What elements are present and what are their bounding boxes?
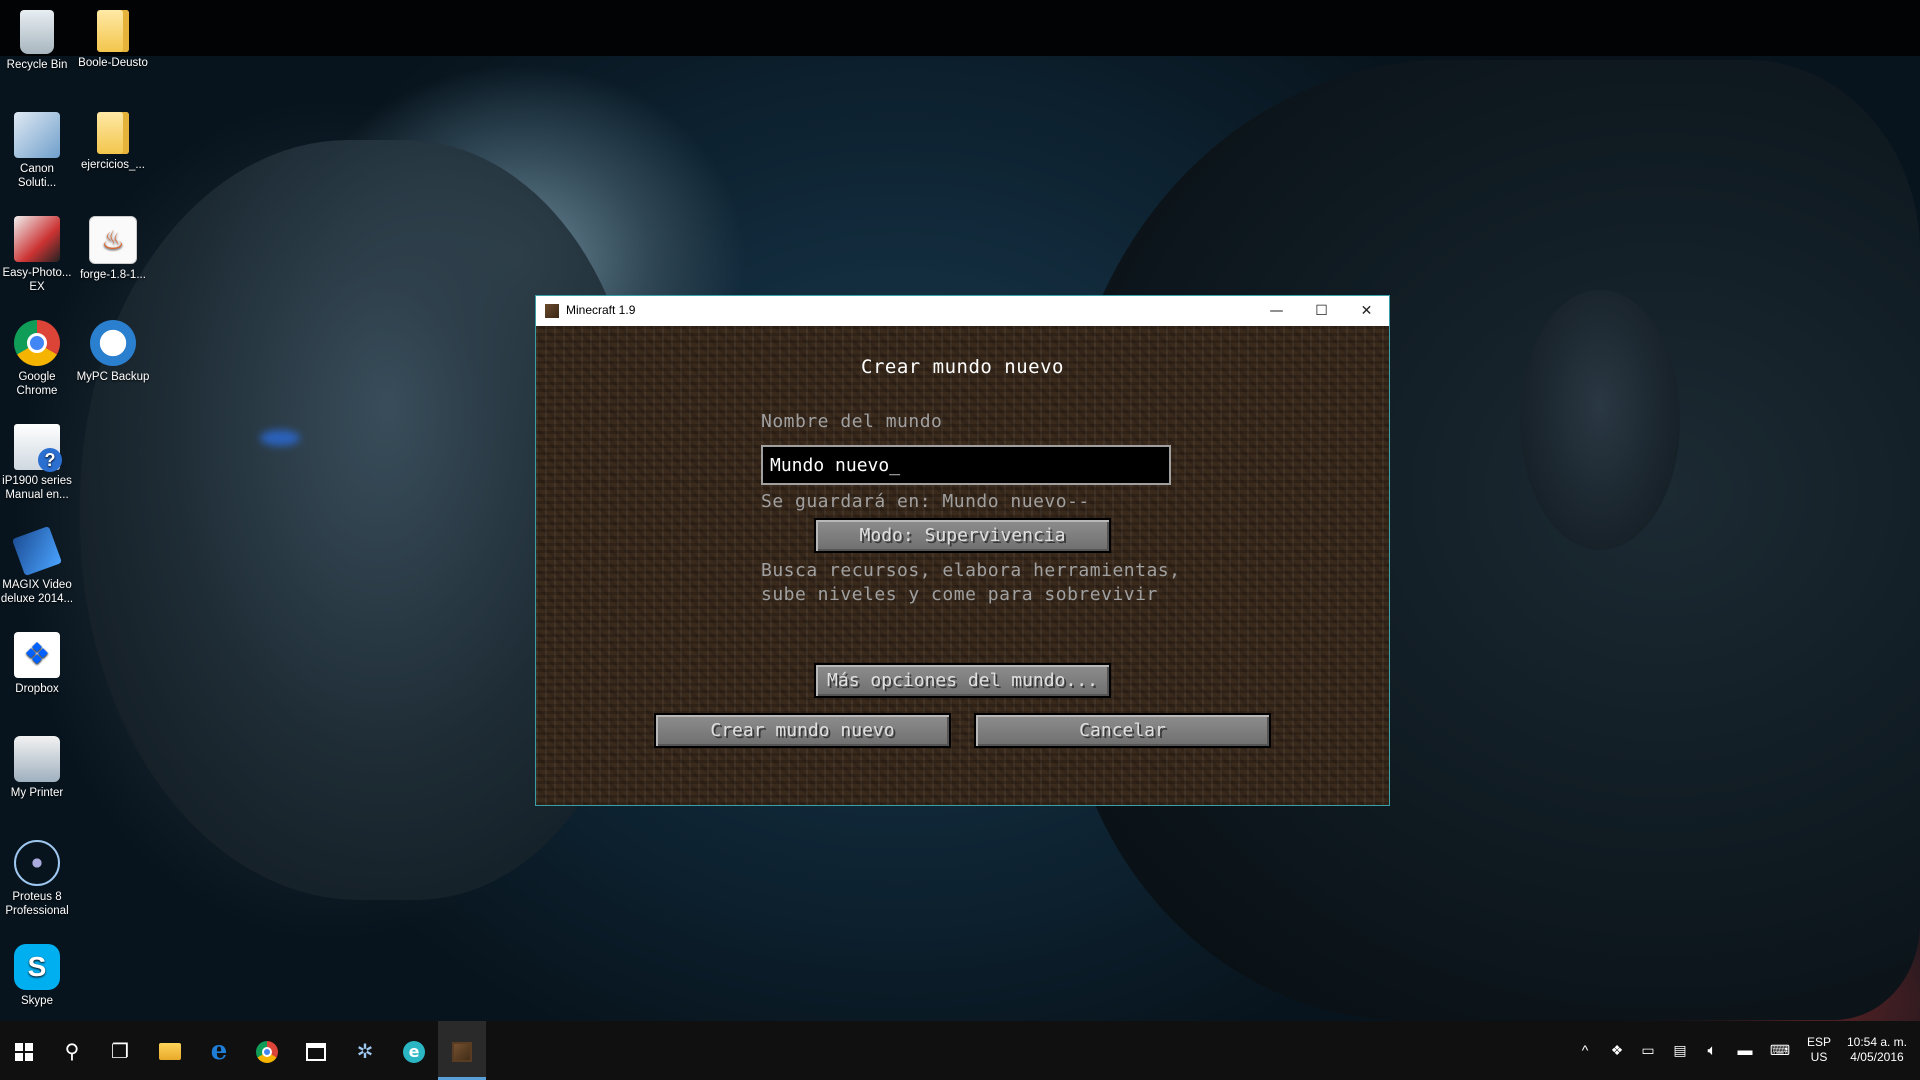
window-titlebar[interactable]: Minecraft 1.9 — ☐ ✕ [536,296,1389,326]
folder-icon [97,10,129,52]
more-world-options-button[interactable]: Más opciones del mundo... [814,663,1111,698]
taskbar-store[interactable] [292,1021,340,1080]
minimize-button[interactable]: — [1254,296,1299,326]
desktop-icon-label: Dropbox [15,683,59,695]
desktop-icon-label: MyPC Backup [76,371,150,383]
show-hidden-icons-button[interactable]: ^ [1570,1021,1600,1080]
game-mode-button[interactable]: Modo: Supervivencia [814,518,1111,553]
internet-explorer-icon: e [403,1040,425,1063]
desktop-icon-label: Easy-Photo... EX [2,267,72,293]
desktop-icon-label: MAGIX Video deluxe 2014... [0,579,74,605]
proteus-icon: ✲ [356,1039,374,1063]
chrome-icon [256,1040,278,1063]
desktop-icon-google-chrome[interactable]: Google Chrome [0,320,74,398]
taskbar-internet-explorer[interactable]: e [390,1021,438,1080]
search-button[interactable]: ⚲ [48,1021,96,1080]
volume-icon[interactable]: 🔈︎ [1697,1021,1727,1080]
proteus-icon [14,840,60,886]
desktop-icon-mypc-backup[interactable]: MyPC Backup [76,320,150,384]
desktop-icon-my-printer[interactable]: My Printer [0,736,74,800]
screen-title: Crear mundo nuevo [861,356,1064,378]
window-title: Minecraft 1.9 [566,303,636,317]
task-view-button[interactable]: ❐ [96,1021,144,1080]
desktop-icon-label: Proteus 8 Professional [5,891,69,917]
taskbar-proteus[interactable]: ✲ [341,1021,389,1080]
minecraft-create-world-screen: Crear mundo nuevo Nombre del mundo Mundo… [536,326,1389,805]
canon-solution-icon [14,112,60,158]
desktop-icon-canon-solution[interactable]: Canon Soluti... [0,112,74,190]
desktop-icon-label: ejercicios_... [81,159,145,171]
taskbar-chrome[interactable] [243,1021,291,1080]
taskbar-file-explorer[interactable] [146,1021,194,1080]
folder-icon [159,1043,181,1060]
wallpaper-ear [1520,290,1680,550]
desktop-icon-label: Recycle Bin [6,59,68,71]
desktop-icon-label: forge-1.8-1... [80,269,146,281]
desktop-icon-ip1900-manual[interactable]: iP1900 series Manual en... [0,424,74,502]
desktop-icon-label: iP1900 series Manual en... [2,475,72,501]
clock[interactable]: 10:54 a. m. 4/05/2016 [1840,1021,1914,1080]
clock-time: 10:54 a. m. [1846,1035,1908,1049]
task-view-icon: ❐ [111,1039,129,1063]
desktop-icons: Recycle Bin Boole-Deusto Canon Soluti...… [0,0,160,1021]
maximize-button[interactable]: ☐ [1299,296,1344,326]
printer-icon [14,736,60,782]
magix-video-icon [11,525,63,577]
java-jar-icon: ♨ [89,216,137,264]
chrome-icon [14,320,60,366]
taskbar: ⚲ ❐ e ✲ e ^ ❖ ▭ ▤ 🔈︎ ▬ ⌨ ESP US 10:54 a.… [0,1021,1920,1080]
desktop-icon-label: Skype [21,995,53,1007]
wallpaper-blue-light [260,430,300,446]
search-icon: ⚲ [64,1039,80,1063]
edge-icon: e [210,1036,228,1066]
desktop-icon-recycle-bin[interactable]: Recycle Bin [0,10,74,72]
start-button[interactable] [0,1021,48,1080]
desktop-icon-easy-photoprint[interactable]: Easy-Photo... EX [0,216,74,294]
desktop-icon-magix-video[interactable]: MAGIX Video deluxe 2014... [0,525,74,606]
world-name-value: Mundo nuevo_ [770,455,901,476]
easy-photoprint-icon [14,216,60,262]
cancel-button[interactable]: Cancelar [974,713,1271,748]
desktop-icon-dropbox[interactable]: ❖ Dropbox [0,632,74,696]
store-icon [306,1042,326,1061]
clock-date: 4/05/2016 [1850,1050,1904,1064]
skype-icon: S [14,944,60,990]
desktop-icon-label: My Printer [10,787,64,799]
battery-icon[interactable]: ▭ [1634,1021,1662,1080]
minecraft-window: Minecraft 1.9 — ☐ ✕ Crear mundo nuevo No… [535,295,1390,806]
desktop-icon-ejercicios[interactable]: ejercicios_... [76,112,150,172]
desktop-icon-skype[interactable]: S Skype [0,944,74,1008]
keyboard-icon[interactable]: ⌨ [1763,1021,1797,1080]
manual-help-icon [14,424,62,472]
network-icon[interactable]: ▤ [1665,1021,1695,1080]
language-code: ESP [1806,1035,1831,1049]
desktop-icon-boole-deusto[interactable]: Boole-Deusto [76,10,150,70]
world-name-label: Nombre del mundo [761,411,943,432]
dropbox-tray-icon[interactable]: ❖ [1603,1021,1631,1080]
desktop-icon-label: Boole-Deusto [78,57,148,69]
windows-logo-icon [15,1042,33,1061]
game-mode-description-line2: sube niveles y come para sobrevivir [761,584,1158,605]
minecraft-icon [452,1041,472,1062]
language-indicator[interactable]: ESP US [1800,1021,1838,1080]
desktop-icon-proteus[interactable]: Proteus 8 Professional [0,840,74,918]
taskbar-edge[interactable]: e [195,1021,243,1080]
create-world-button[interactable]: Crear mundo nuevo [654,713,951,748]
folder-icon [97,112,129,154]
game-mode-description-line1: Busca recursos, elabora herramientas, [761,560,1181,581]
world-name-input[interactable]: Mundo nuevo_ [761,445,1171,485]
minecraft-icon [545,304,559,318]
close-button[interactable]: ✕ [1344,296,1389,326]
recycle-bin-icon [20,10,54,54]
taskbar-minecraft[interactable] [438,1021,486,1080]
desktop-icon-label: Canon Soluti... [17,163,57,189]
game-mode-description: Busca recursos, elabora herramientas, su… [761,559,1180,607]
dropbox-icon: ❖ [14,632,60,678]
save-location-text: Se guardará en: Mundo nuevo-- [761,491,1090,512]
desktop-icon-forge[interactable]: ♨ forge-1.8-1... [76,216,150,282]
mypc-backup-icon [90,320,136,366]
desktop-icon-label: Google Chrome [16,371,58,397]
action-center-icon[interactable]: ▬ [1730,1021,1760,1080]
keyboard-layout: US [1810,1050,1828,1064]
